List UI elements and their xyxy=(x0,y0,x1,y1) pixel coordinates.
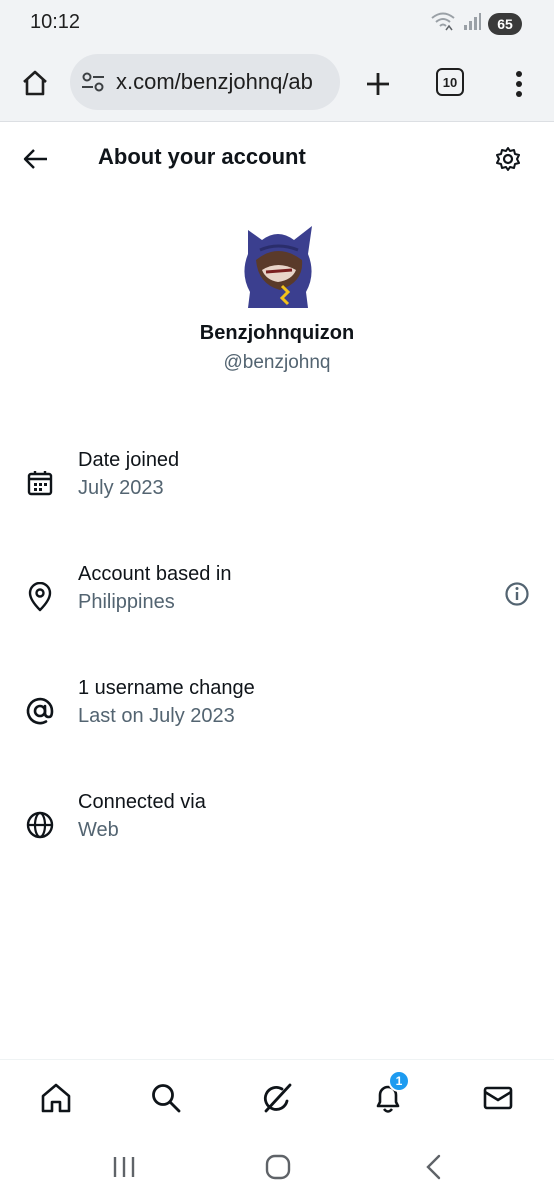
notification-badge: 1 xyxy=(388,1070,410,1092)
more-vert-icon xyxy=(516,71,522,97)
globe-icon xyxy=(22,807,58,843)
recents-icon xyxy=(113,1157,135,1177)
chevron-left-icon xyxy=(426,1154,441,1180)
avatar[interactable] xyxy=(236,220,320,310)
plus-icon xyxy=(367,73,389,95)
recent-apps-button[interactable] xyxy=(104,1151,144,1183)
nav-home[interactable] xyxy=(36,1078,76,1118)
system-back-button[interactable] xyxy=(414,1151,454,1183)
username-handle: @benzjohnq xyxy=(223,352,331,373)
info-label: Account based in xyxy=(78,563,232,585)
info-value: Web xyxy=(78,819,119,841)
browser-menu-button[interactable] xyxy=(506,64,532,104)
info-label: 1 username change xyxy=(78,677,255,699)
info-label: Connected via xyxy=(78,791,206,813)
signal-icon xyxy=(462,11,482,36)
info-label: Date joined xyxy=(78,449,180,471)
browser-toolbar: x.com/benzjohnq/ab 10 xyxy=(0,44,554,122)
display-name: Benzjohnquizon xyxy=(199,322,355,344)
info-value: Philippines xyxy=(78,591,175,613)
browser-home-button[interactable] xyxy=(16,64,54,102)
system-nav-bar xyxy=(0,1135,554,1200)
address-bar[interactable]: x.com/benzjohnq/ab xyxy=(70,54,340,110)
site-settings-icon[interactable] xyxy=(80,70,106,94)
grok-icon xyxy=(263,1083,292,1113)
new-tab-button[interactable] xyxy=(358,64,398,104)
url-text: x.com/benzjohnq/ab xyxy=(116,69,313,94)
info-circle-icon xyxy=(505,582,529,606)
page-title: About your account xyxy=(98,144,306,169)
info-value: Last on July 2023 xyxy=(78,705,235,727)
status-icons: 65 xyxy=(430,10,522,37)
info-row-account-location: Account based in Philippines xyxy=(0,563,554,643)
arrow-left-icon xyxy=(23,149,47,169)
wifi-icon xyxy=(430,10,456,37)
calendar-icon xyxy=(22,465,58,501)
nav-messages[interactable] xyxy=(478,1078,518,1118)
info-help-button[interactable] xyxy=(502,579,532,609)
at-sign-icon xyxy=(22,693,58,729)
home-icon xyxy=(23,70,47,96)
info-value: July 2023 xyxy=(78,477,164,499)
mail-icon xyxy=(483,1086,513,1110)
page-header: About your account xyxy=(0,123,554,193)
bottom-nav: 1 xyxy=(0,1059,554,1135)
gear-icon xyxy=(496,147,520,171)
system-home-button[interactable] xyxy=(258,1151,298,1183)
settings-button[interactable] xyxy=(492,143,524,175)
home-icon xyxy=(41,1083,71,1113)
info-row-username-changes: 1 username change Last on July 2023 xyxy=(0,677,554,757)
battery-indicator: 65 xyxy=(488,12,522,35)
location-pin-icon xyxy=(22,579,58,615)
info-row-date-joined: Date joined July 2023 xyxy=(0,449,554,529)
nav-grok[interactable] xyxy=(257,1078,297,1118)
info-row-connected-via: Connected via Web xyxy=(0,791,554,871)
search-icon xyxy=(152,1084,181,1113)
back-button[interactable] xyxy=(20,143,52,175)
tab-switcher-button[interactable]: 10 xyxy=(436,68,464,96)
home-circle-icon xyxy=(265,1154,291,1180)
status-time: 10:12 xyxy=(30,11,81,33)
nav-search[interactable] xyxy=(146,1078,186,1118)
status-bar: 10:12 65 xyxy=(0,0,554,44)
